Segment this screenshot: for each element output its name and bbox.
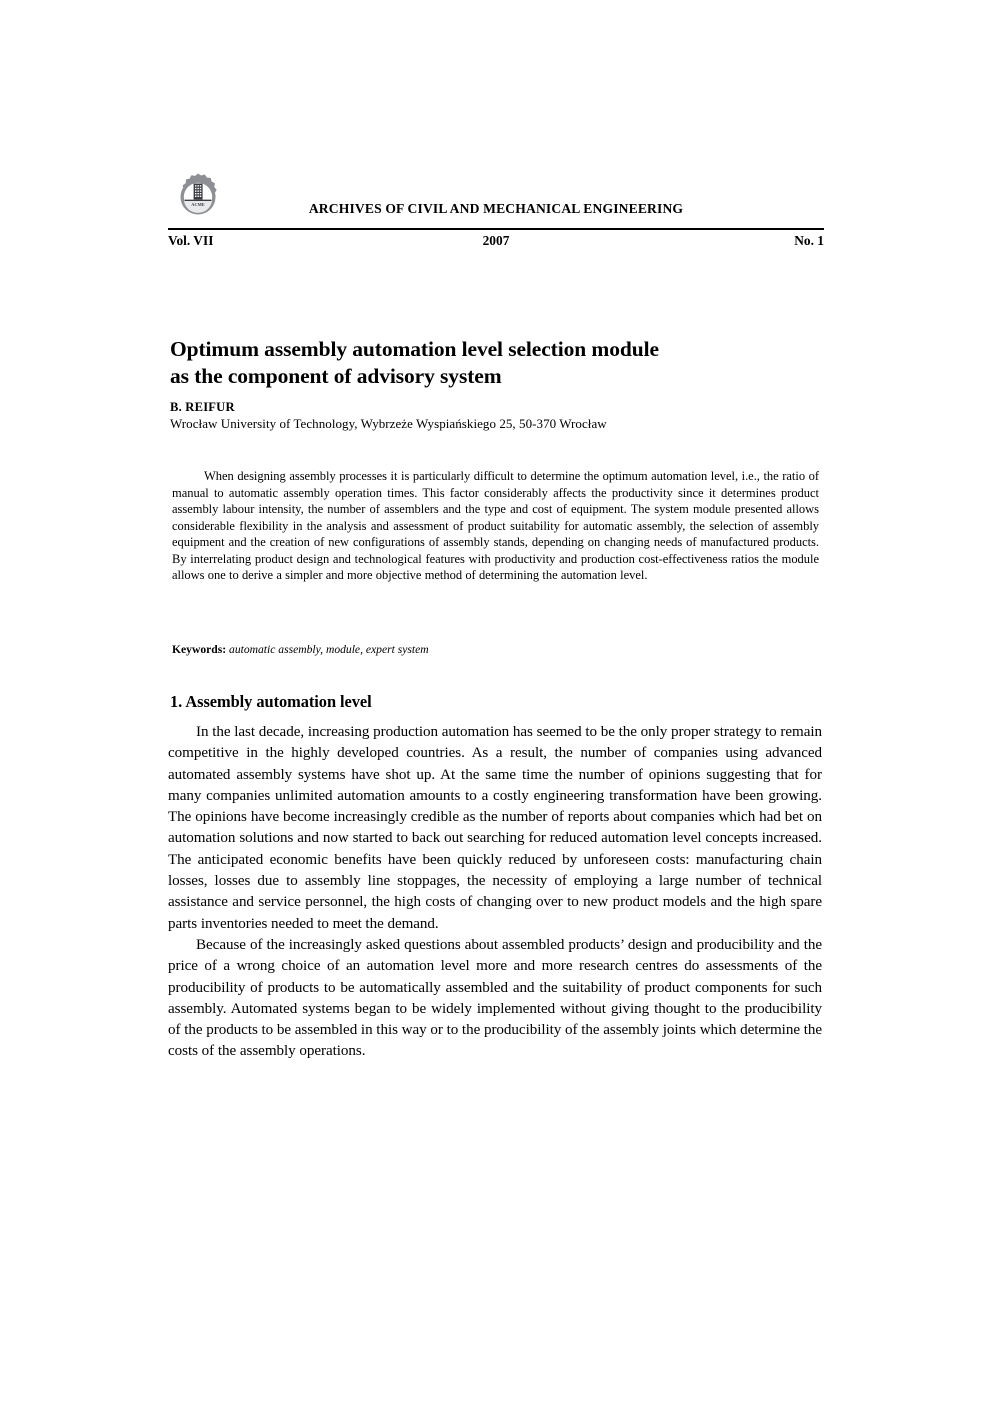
paragraph: Because of the increasingly asked questi… — [168, 936, 822, 1060]
page-title: Optimum assembly automation level select… — [170, 336, 830, 390]
keywords-list: automatic assembly, module, expert syste… — [229, 643, 429, 656]
article-affiliation: Wrocław University of Technology, Wybrze… — [170, 416, 607, 431]
title-line-2: as the component of advisory system — [170, 364, 502, 389]
document-page: ACME ARCHIVES OF CIVIL AND MECHANICAL EN… — [0, 0, 992, 1403]
article-keywords: Keywords: automatic assembly, module, ex… — [172, 643, 819, 656]
journal-masthead: ACME ARCHIVES OF CIVIL AND MECHANICAL EN… — [168, 168, 824, 230]
journal-issue-number: No. 1 — [794, 233, 824, 248]
journal-year: 2007 — [482, 233, 510, 248]
section-heading-1: 1. Assembly automation level — [170, 691, 372, 711]
section-body-1: In the last decade, increasing productio… — [168, 722, 822, 1063]
article-abstract: When designing assembly processes it is … — [172, 469, 819, 583]
journal-title: ARCHIVES OF CIVIL AND MECHANICAL ENGINEE… — [308, 201, 684, 216]
journal-issue-row: Vol. VII 2007 No. 1 — [168, 233, 824, 253]
masthead-rule — [168, 228, 824, 230]
title-line-1: Optimum assembly automation level select… — [170, 337, 659, 362]
keywords-label: Keywords: — [172, 643, 227, 656]
paragraph: In the last decade, increasing productio… — [168, 724, 822, 932]
article-author: B. REIFUR — [170, 400, 235, 414]
